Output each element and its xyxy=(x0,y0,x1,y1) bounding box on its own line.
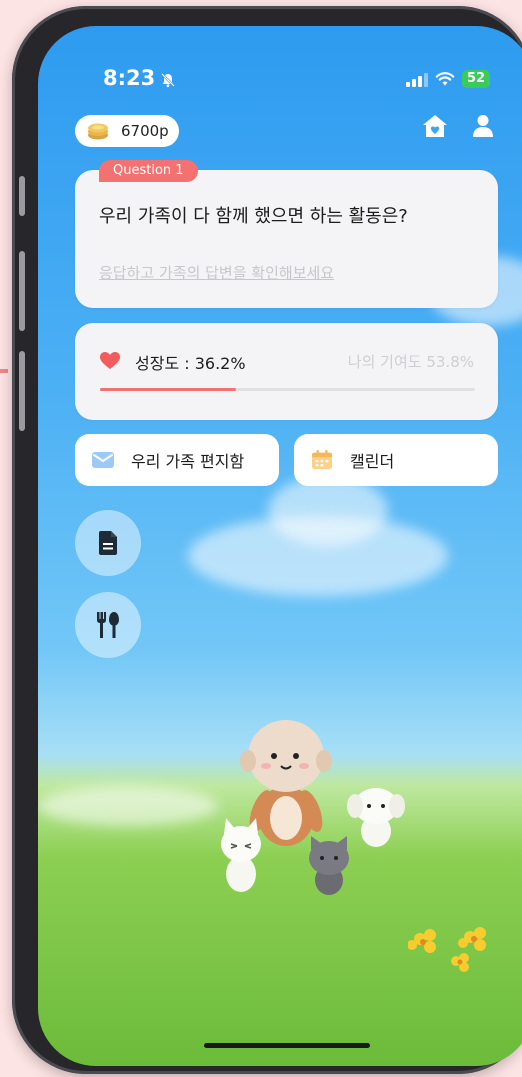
answer-prompt-link[interactable]: 응답하고 가족의 답변을 확인해보세요 xyxy=(99,262,334,283)
question-card[interactable]: Question 1 우리 가족이 다 함께 했으면 하는 활동은? 응답하고 … xyxy=(75,160,498,308)
document-button[interactable] xyxy=(75,510,141,576)
question-badge: Question 1 xyxy=(99,160,198,182)
signal-icon xyxy=(406,71,428,87)
calendar-button[interactable]: 캘린더 xyxy=(294,434,498,486)
phone-frame: 8:23 52 6700p Question 1 우리 가족이 다 함께 했으면… xyxy=(12,6,522,1074)
growth-progress-fill xyxy=(100,388,236,391)
wifi-icon xyxy=(435,71,455,85)
white-cat-character xyxy=(221,818,261,892)
cloud xyxy=(188,516,448,596)
battery-indicator: 52 xyxy=(462,70,490,88)
white-dog-character xyxy=(347,788,405,847)
points-chip[interactable]: 6700p xyxy=(75,115,179,147)
growth-progress-track xyxy=(100,388,475,391)
bell-off-icon xyxy=(161,73,175,88)
app-screen: 8:23 52 6700p Question 1 우리 가족이 다 함께 했으면… xyxy=(38,26,522,1066)
home-icon[interactable] xyxy=(422,114,448,138)
status-time: 8:23 xyxy=(103,66,156,90)
side-button-volume-up xyxy=(19,251,25,331)
coin-icon xyxy=(88,123,108,140)
contribution-label: 나의 기여도 53.8% xyxy=(347,353,474,371)
meal-button[interactable] xyxy=(75,592,141,658)
flowers-decoration xyxy=(408,927,486,972)
cloud xyxy=(38,786,218,826)
mail-icon xyxy=(92,452,114,468)
heart-icon xyxy=(100,352,120,369)
growth-card: 성장도 : 36.2% 나의 기여도 53.8% xyxy=(75,323,498,420)
growth-label: 성장도 : 36.2% xyxy=(135,354,246,373)
calendar-icon xyxy=(312,450,332,470)
status-bar: 8:23 52 xyxy=(38,66,522,96)
utensils-icon xyxy=(97,612,119,638)
question-text: 우리 가족이 다 함께 했으면 하는 활동은? xyxy=(99,206,408,227)
document-icon xyxy=(99,531,117,555)
calendar-label: 캘린더 xyxy=(350,452,395,471)
side-button-volume-down xyxy=(19,351,25,431)
home-indicator xyxy=(204,1043,370,1048)
user-icon[interactable] xyxy=(472,114,494,138)
points-value: 6700p xyxy=(121,122,169,140)
side-button-mute xyxy=(19,176,25,216)
family-mailbox-button[interactable]: 우리 가족 편지함 xyxy=(75,434,279,486)
status-indicators: 52 xyxy=(406,70,490,88)
family-mailbox-label: 우리 가족 편지함 xyxy=(131,452,245,471)
